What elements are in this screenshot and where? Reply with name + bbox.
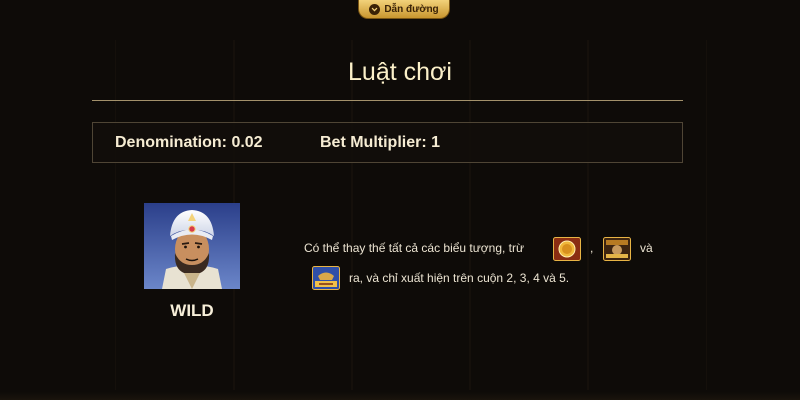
denomination-text: Denomination: 0.02 [115, 134, 263, 151]
bet-multiplier-text: Bet Multiplier: 1 [320, 134, 441, 151]
wild-description-part1: Có thể thay thế tất cả các biểu tượng, t… [304, 241, 525, 255]
bet-info-panel: Denomination: 0.02 Bet Multiplier: 1 [92, 122, 683, 163]
bottom-strip [0, 392, 800, 400]
wild-description-part2: ra, và chỉ xuất hiện trên cuộn 2, 3, 4 v… [349, 271, 570, 285]
chevron-down-icon [369, 3, 381, 15]
free-spin-symbol-icon [603, 237, 631, 261]
guide-tab-button[interactable]: Dẫn đường [358, 0, 450, 19]
reel-shadow [351, 40, 471, 390]
page-title: Luật chơi [348, 58, 452, 86]
reel-shadow [469, 40, 589, 390]
guide-tab-label: Dẫn đường [384, 3, 439, 15]
reel-shadow [233, 40, 353, 390]
gold-coin-symbol-icon [553, 237, 581, 261]
bonus-symbol-icon [312, 266, 340, 290]
symbol-separator: , [590, 241, 594, 255]
reel-shadow [587, 40, 707, 390]
wild-label: WILD [170, 301, 214, 320]
sultan-wild-icon [144, 203, 240, 289]
title-divider [92, 100, 683, 101]
and-word: và [640, 241, 653, 255]
